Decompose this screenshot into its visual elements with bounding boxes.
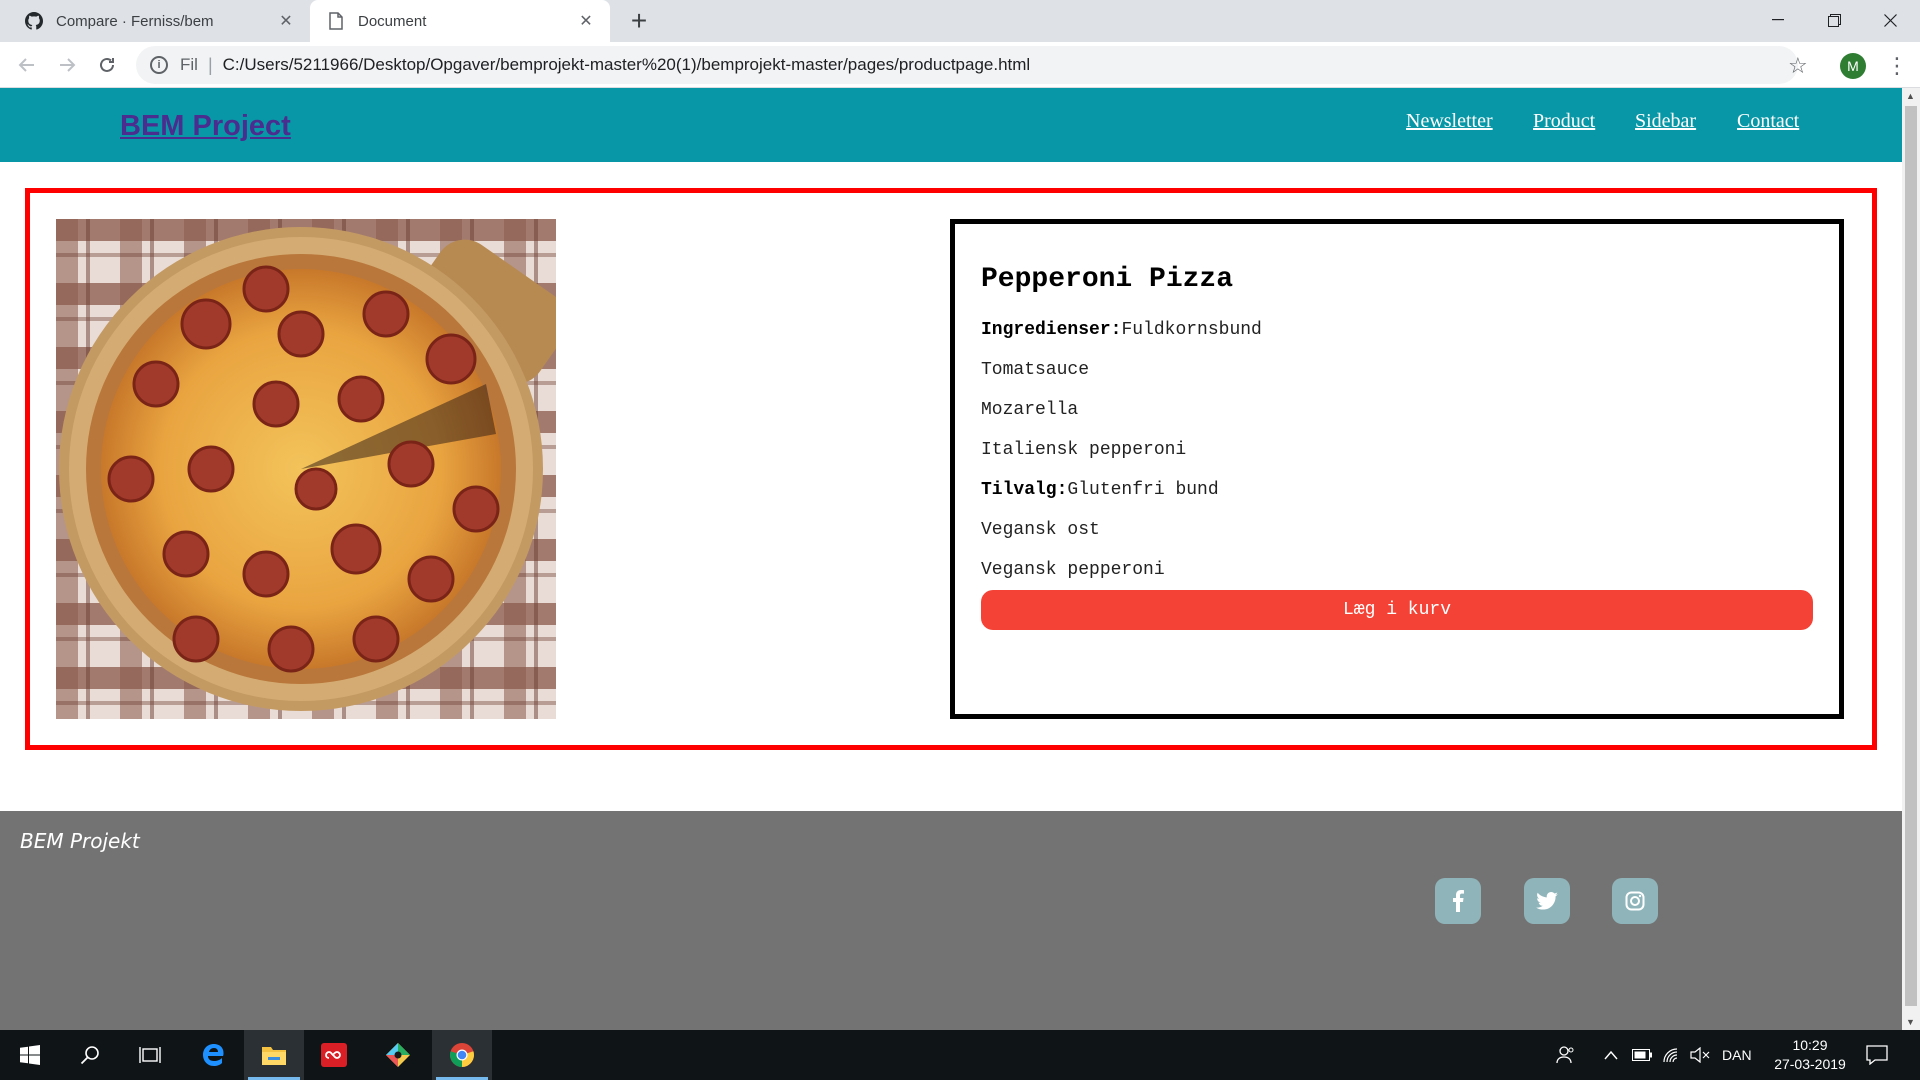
add-to-cart-button[interactable]: Læg i kurv — [981, 590, 1813, 630]
nav-newsletter[interactable]: Newsletter — [1406, 110, 1493, 133]
browser-toolbar: i Fil | C:/Users/5211966/Desktop/Opgaver… — [0, 42, 1920, 88]
site-header: BEM Project Newsletter Product Sidebar C… — [0, 88, 1902, 162]
document-icon — [326, 11, 346, 31]
tab-title: Compare · Ferniss/bem — [56, 12, 214, 30]
twitter-icon[interactable] — [1524, 878, 1570, 924]
page-viewport: BEM Project Newsletter Product Sidebar C… — [0, 88, 1902, 1030]
browser-tab-bar: Compare · Ferniss/bem ✕ Document ✕ + — [0, 0, 1920, 42]
windows-taskbar: DAN 10:29 27-03-2019 — [0, 1030, 1920, 1080]
options-line: Tilvalg:Glutenfri bund — [981, 480, 1219, 500]
scrollbar-thumb[interactable] — [1905, 106, 1917, 1006]
footer-title: BEM Projekt — [20, 829, 140, 853]
page-scrollbar[interactable]: ▲ ▼ — [1902, 88, 1920, 1030]
restore-icon[interactable] — [1806, 0, 1862, 40]
options-label: Tilvalg: — [981, 480, 1068, 500]
ingredients-line: Ingredienser:Fuldkornsbund — [981, 320, 1262, 340]
close-icon[interactable]: ✕ — [276, 11, 296, 31]
ingredient-item: Fuldkornsbund — [1121, 320, 1262, 340]
people-icon[interactable] — [1556, 1030, 1576, 1080]
chrome-icon[interactable] — [432, 1030, 492, 1080]
chevron-up-icon[interactable] — [1604, 1030, 1618, 1080]
ingredient-item: Tomatsauce — [981, 360, 1090, 380]
option-item: Glutenfri bund — [1067, 480, 1219, 500]
task-view-icon[interactable] — [120, 1030, 180, 1080]
edge-icon[interactable] — [184, 1030, 244, 1080]
info-icon[interactable]: i — [150, 56, 168, 74]
site-logo[interactable]: BEM Project — [120, 110, 291, 143]
url-text[interactable]: C:/Users/5211966/Desktop/Opgaver/bemproj… — [223, 55, 1031, 75]
close-icon[interactable]: ✕ — [576, 11, 596, 31]
minimize-icon[interactable] — [1750, 0, 1806, 40]
address-bar[interactable]: i Fil | C:/Users/5211966/Desktop/Opgaver… — [136, 46, 1798, 84]
nav-contact[interactable]: Contact — [1737, 110, 1799, 133]
url-scheme: Fil — [180, 55, 198, 74]
profile-avatar[interactable]: M — [1840, 53, 1866, 79]
reload-icon[interactable] — [92, 50, 122, 80]
clock-date: 27-03-2019 — [1774, 1056, 1846, 1072]
battery-icon[interactable] — [1632, 1030, 1652, 1080]
tab-document[interactable]: Document ✕ — [310, 0, 610, 42]
bookmark-star-icon[interactable]: ☆ — [1788, 53, 1808, 79]
new-tab-icon[interactable]: + — [624, 5, 654, 36]
scroll-down-icon[interactable]: ▼ — [1906, 1017, 1915, 1027]
tab-compare[interactable]: Compare · Ferniss/bem ✕ — [8, 0, 310, 42]
file-explorer-icon[interactable] — [244, 1030, 304, 1080]
clock-time: 10:29 — [1792, 1037, 1828, 1053]
clock[interactable]: 10:29 27-03-2019 — [1760, 1036, 1860, 1074]
option-item: Vegansk pepperoni — [981, 560, 1165, 580]
tab-title: Document — [358, 12, 427, 30]
nav-sidebar[interactable]: Sidebar — [1635, 110, 1696, 133]
github-icon — [24, 11, 44, 31]
window-close-icon[interactable] — [1862, 0, 1918, 40]
product-name: Pepperoni Pizza — [981, 264, 1234, 295]
url-separator: | — [207, 54, 213, 75]
creative-cloud-icon[interactable] — [304, 1030, 364, 1080]
nav-product[interactable]: Product — [1533, 110, 1595, 133]
language-indicator[interactable]: DAN — [1722, 1030, 1752, 1080]
facebook-icon[interactable] — [1435, 878, 1481, 924]
back-icon[interactable] — [12, 50, 42, 80]
volume-muted-icon[interactable] — [1690, 1030, 1710, 1080]
option-item: Vegansk ost — [981, 520, 1100, 540]
ingredient-item: Italiensk pepperoni — [981, 440, 1187, 460]
ingredient-item: Mozarella — [981, 400, 1079, 420]
site-footer: BEM Projekt — [0, 811, 1902, 1030]
search-icon[interactable] — [60, 1030, 120, 1080]
pizza-image — [56, 219, 556, 719]
instagram-icon[interactable] — [1612, 878, 1658, 924]
git-kraken-icon[interactable] — [368, 1030, 428, 1080]
forward-icon[interactable] — [52, 50, 82, 80]
menu-icon[interactable]: ⋮ — [1886, 53, 1908, 79]
product-info-box: Pepperoni Pizza Ingredienser:Fuldkornsbu… — [950, 219, 1844, 719]
windows-start-icon[interactable] — [0, 1030, 60, 1080]
ingredients-label: Ingredienser: — [981, 320, 1122, 340]
wifi-icon[interactable] — [1662, 1030, 1680, 1080]
scroll-up-icon[interactable]: ▲ — [1906, 91, 1915, 101]
notifications-icon[interactable] — [1866, 1030, 1888, 1080]
